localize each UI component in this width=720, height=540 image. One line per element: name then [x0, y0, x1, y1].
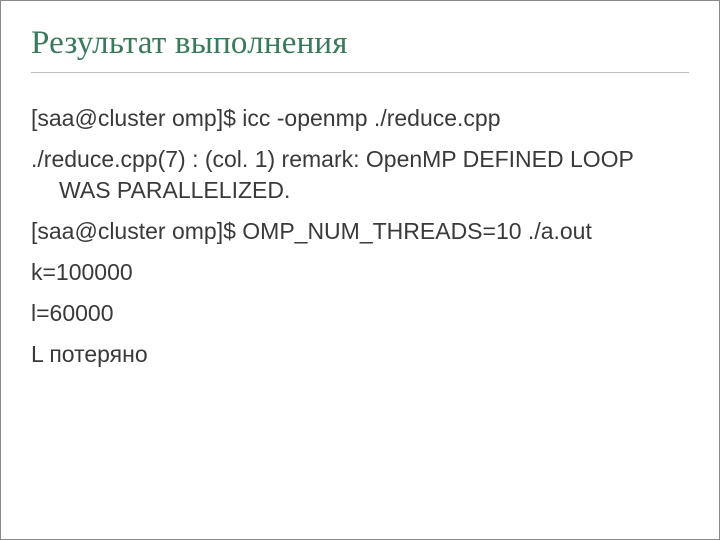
terminal-line-3: [saa@cluster omp]$ OMP_NUM_THREADS=10 ./… [31, 216, 689, 247]
terminal-line-1: [saa@cluster omp]$ icc -openmp ./reduce.… [31, 103, 689, 134]
slide: Результат выполнения [saa@cluster omp]$ … [0, 0, 720, 540]
terminal-line-2: ./reduce.cpp(7) : (col. 1) remark: OpenM… [31, 144, 689, 206]
terminal-line-6: L потеряно [31, 339, 689, 370]
slide-body: [saa@cluster omp]$ icc -openmp ./reduce.… [31, 103, 689, 380]
terminal-line-5: l=60000 [31, 298, 689, 329]
slide-title: Результат выполнения [31, 25, 689, 73]
terminal-line-4: k=100000 [31, 257, 689, 288]
